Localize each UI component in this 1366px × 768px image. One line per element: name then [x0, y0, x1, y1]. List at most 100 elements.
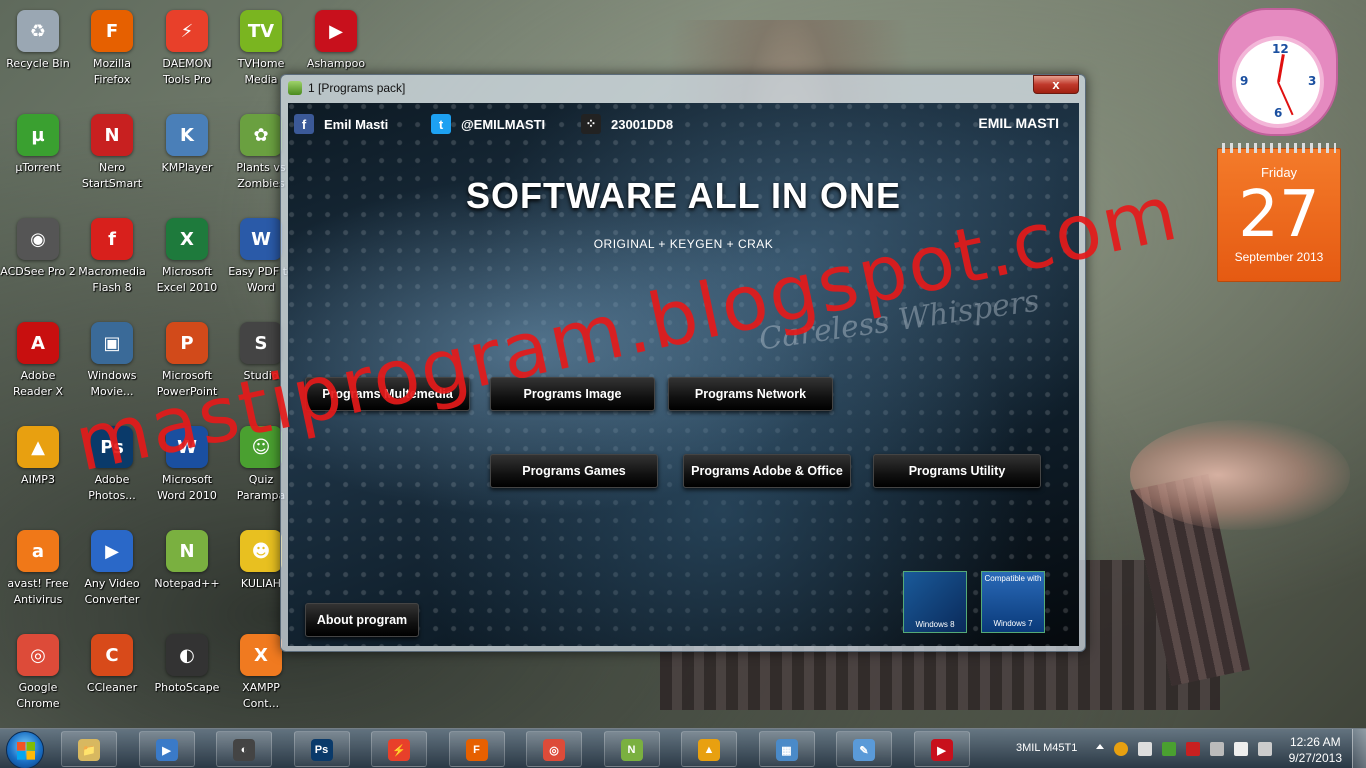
taskbar-notepad-plus-plus-button[interactable]: N [603, 731, 660, 767]
taskbar-firefox-button[interactable]: F [448, 731, 505, 767]
twitter-link[interactable]: t @EMILMASTI [431, 114, 545, 134]
programs-adobe-office-button[interactable]: Programs Adobe & Office [683, 454, 851, 488]
taskbar-clock[interactable]: 12:26 AM 9/27/2013 [1289, 734, 1342, 766]
desktop-icon-label: µTorrent [15, 161, 61, 174]
programs-games-button[interactable]: Programs Games [490, 454, 658, 488]
clock-gadget[interactable]: 12 3 6 9 [1218, 8, 1338, 136]
blackberry-link[interactable]: ⁘ 23001DD8 [581, 114, 673, 134]
twitter-icon: t [431, 114, 451, 134]
desktop-icon--torrent[interactable]: µ µTorrent [0, 108, 76, 208]
desktop-icon-any-video-converter[interactable]: ▶ Any Video Converter [74, 524, 150, 624]
desktop-icon-daemon-tools-pro[interactable]: ⚡ DAEMON Tools Pro [149, 4, 225, 104]
desktop-icon-microsoft-word-2010[interactable]: W Microsoft Word 2010 [149, 420, 225, 520]
taskbar-explorer-button[interactable]: 📁 [61, 731, 117, 767]
taskbar-aimp-button[interactable]: ▲ [681, 731, 737, 767]
programs-image-button[interactable]: Programs Image [490, 377, 655, 411]
app-icon: ♻ [17, 10, 59, 52]
desktop-icon-macromedia-flash-8[interactable]: f Macromedia Flash 8 [74, 212, 150, 312]
volume-icon[interactable] [1258, 742, 1272, 756]
desktop-icon-label: Ashampoo [306, 57, 366, 70]
app-icon: K [166, 114, 208, 156]
clock-number-12: 12 [1272, 42, 1289, 56]
tray-network-status-icon[interactable] [1162, 742, 1176, 756]
show-desktop-button[interactable] [1352, 729, 1366, 768]
desktop-icon-notepad[interactable]: N Notepad++ [149, 524, 225, 624]
app-icon: N [91, 114, 133, 156]
desktop-icon-ccleaner[interactable]: C CCleaner [74, 628, 150, 728]
tray-username: 3MIL M45T1 [1016, 742, 1078, 754]
desktop-icon-photoscape[interactable]: ◐ PhotoScape [149, 628, 225, 728]
clock-number-9: 9 [1240, 74, 1249, 88]
taskbar-control-panel-button[interactable]: ▦ [758, 731, 815, 767]
tray-security-icon[interactable] [1186, 742, 1200, 756]
desktop-icon-acdsee-pro-2[interactable]: ◉ ACDSee Pro 2 [0, 212, 76, 312]
facebook-name: Emil Masti [324, 116, 389, 132]
app-icon: W [240, 218, 282, 260]
show-hidden-icons-icon[interactable] [1096, 744, 1104, 749]
facebook-link[interactable]: f Emil Masti [294, 114, 388, 134]
desktop-icon-kmplayer[interactable]: K KMPlayer [149, 108, 225, 208]
app-icon: ⚡ [166, 10, 208, 52]
app-icon: ▲ [17, 426, 59, 468]
desktop-icon-microsoft-powerpoint[interactable]: P Microsoft PowerPoint [149, 316, 225, 416]
tray-usb-icon[interactable] [1234, 742, 1248, 756]
blackberry-pin: 23001DD8 [611, 116, 674, 132]
programs-pack-window[interactable]: 1 [Programs pack] x f Emil Masti t @EMIL… [280, 74, 1086, 652]
desktop-icon-label: AIMP3 [21, 473, 55, 486]
window-title: 1 [Programs pack] [308, 81, 406, 95]
app-icon: X [240, 634, 282, 676]
desktop-icon-nero-startsmart[interactable]: N Nero StartSmart [74, 108, 150, 208]
signature-text: Careless Whispers [756, 283, 1042, 358]
programs-utility-button[interactable]: Programs Utility [873, 454, 1041, 488]
taskbar-photoscape-button[interactable]: ◐ [216, 731, 272, 767]
windows8-label: Windows 8 [915, 620, 955, 629]
firefox-icon: F [465, 739, 488, 761]
wallpaper-hand [1130, 420, 1350, 530]
window-titlebar[interactable]: 1 [Programs pack] x [281, 75, 1085, 101]
desktop-icon-label: ACDSee Pro 2 [0, 265, 76, 278]
taskbar-paint-button[interactable]: ✎ [836, 731, 892, 767]
app-icon: ▶ [315, 10, 357, 52]
desktop-icons: ♻ Recycle Bin F Mozilla Firefox ⚡ DAEMON Tool… [0, 0, 365, 720]
desktop-icon-aimp3[interactable]: ▲ AIMP3 [0, 420, 76, 520]
desktop-icon-label: Mozilla Firefox [93, 57, 131, 86]
photoshop-icon: Ps [310, 739, 333, 761]
desktop-icon-windows-movie[interactable]: ▣ Windows Movie... [74, 316, 150, 416]
taskbar-daemon-tools-button[interactable]: ⚡ [371, 731, 427, 767]
desktop-icon-recycle-bin[interactable]: ♻ Recycle Bin [0, 4, 76, 104]
close-button[interactable]: x [1033, 75, 1079, 94]
tray-keyboard-icon[interactable] [1138, 742, 1152, 756]
desktop-icon-adobe-photos[interactable]: Ps Adobe Photos... [74, 420, 150, 520]
brand-name: EMIL MASTI [978, 115, 1059, 131]
taskbar-chrome-button[interactable]: ◎ [526, 731, 582, 767]
tray-app-icon[interactable] [1114, 742, 1128, 756]
programs-network-button[interactable]: Programs Network [668, 377, 833, 411]
control-panel-icon: ▦ [775, 739, 798, 761]
desktop-icon-avast-free-antivirus[interactable]: a avast! Free Antivirus [0, 524, 76, 624]
clock-hour-hand [1277, 54, 1285, 83]
taskbar: 📁 ▶ ◐ Ps ⚡ F ◎ N ▲ ▦ ✎ ▶ 3MIL M45T1 12:26 AM 9/27/2… [0, 728, 1366, 768]
desktop-icon-microsoft-excel-2010[interactable]: X Microsoft Excel 2010 [149, 212, 225, 312]
desktop-icon-adobe-reader-x[interactable]: A Adobe Reader X [0, 316, 76, 416]
desktop-icon-label: avast! Free Antivirus [7, 577, 69, 606]
app-icon: ◉ [17, 218, 59, 260]
app-icon: P [166, 322, 208, 364]
calendar-gadget[interactable]: Friday 27 September 2013 [1217, 143, 1341, 282]
start-button[interactable] [6, 731, 44, 768]
windows7-badge: Compatible with Windows 7 [981, 571, 1045, 633]
clock-time: 12:26 AM [1289, 735, 1341, 749]
app-icon: ☺ [240, 426, 282, 468]
calendar-month: September 2013 [1234, 250, 1324, 264]
programs-multimedia-button[interactable]: Programs Multemedia [305, 377, 470, 411]
taskbar-photoshop-button[interactable]: Ps [293, 731, 350, 767]
desktop-icon-label: Nero StartSmart [81, 161, 143, 190]
action-center-icon[interactable] [1210, 742, 1224, 756]
desktop-icon-mozilla-firefox[interactable]: F Mozilla Firefox [74, 4, 150, 104]
taskbar-media-player-button[interactable]: ▶ [138, 731, 195, 767]
app-icon: ☻ [240, 530, 282, 572]
about-program-button[interactable]: About program [305, 603, 419, 637]
window-content: f Emil Masti t @EMILMASTI ⁘ 23001DD8 EMI… [288, 103, 1079, 646]
desktop-icon-label: Any Video Converter [84, 577, 140, 606]
desktop-icon-google-chrome[interactable]: ◎ Google Chrome [0, 628, 76, 728]
taskbar-ashampoo-button[interactable]: ▶ [913, 731, 970, 767]
